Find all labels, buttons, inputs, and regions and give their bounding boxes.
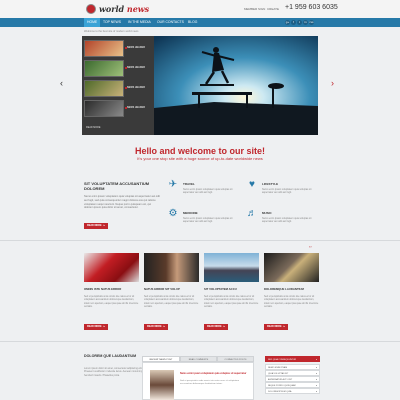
tab-post-image[interactable] — [150, 370, 174, 400]
rss-icon[interactable]: rss — [309, 20, 314, 25]
card-image-carnival-mask[interactable] — [264, 253, 319, 282]
about-text: Nemo enim ipsam voluptatem quia voluptas… — [84, 195, 160, 210]
google-plus-icon[interactable]: g+ — [285, 20, 290, 25]
card-text: Sed ut perspiciatis unde omnis iste natu… — [84, 296, 139, 308]
card-read-more-button[interactable]: READ MORE ▸ — [204, 324, 228, 330]
section-divider — [0, 341, 400, 342]
card-title[interactable]: OMNIS ISTE NATUS ERROR — [84, 287, 140, 291]
skateboarder-image — [154, 36, 318, 135]
chevron-right-icon: ▸ — [315, 391, 317, 393]
accordion-item[interactable]: DOLOREM IPSUM QUIA ▸ — [265, 388, 320, 394]
slider-thumbnails: NEWS HEADER NEWS HEADER NEWS HEADER NEWS… — [82, 36, 154, 135]
card-image-red-car[interactable] — [84, 253, 139, 282]
globe-logo-icon[interactable] — [86, 4, 96, 14]
card-title[interactable]: DOLOREMQUE LAUDANTIUM — [264, 287, 320, 291]
nav-item-in-the-media[interactable]: IN THE MEDIA — [125, 18, 154, 27]
hero-slider: NEWS HEADER NEWS HEADER NEWS HEADER NEWS… — [82, 36, 318, 135]
tab-post-headline[interactable]: Nemo enim ipsam voluptatem quia voluptas… — [180, 372, 250, 375]
card-title[interactable]: SIT VOLUPTATEM ACCU — [204, 287, 260, 291]
tab-post-text: Sed ut perspiciatis unde omnis iste natu… — [180, 380, 240, 386]
nav-item-our-contacts[interactable]: OUR CONTACTS — [154, 18, 187, 27]
slider-thumb[interactable] — [84, 100, 124, 117]
phone-number: +1 959 603 6035 — [285, 4, 338, 11]
about-title: SIT VOLUPTATEM ACCUSANTIUM DOLOREM — [84, 181, 150, 191]
card-image-venice-gondolas[interactable] — [204, 253, 259, 282]
thumb-label: NEWS HEADER — [127, 106, 145, 109]
accordion-item[interactable]: SED QUIA CONSEQUUNTUR ▾ — [265, 356, 320, 362]
site-header: world news MEMBER SIGN CREATE +1 959 603… — [0, 0, 400, 18]
slider-main-image[interactable] — [154, 36, 318, 135]
feature-text: Nemo enim ipsam voluptatem quia voluptas… — [183, 217, 233, 224]
nav-item-blog[interactable]: BLOG — [185, 18, 200, 27]
twitter-icon[interactable]: t — [297, 20, 302, 25]
nav-item-home[interactable]: HOME — [84, 18, 101, 27]
feature-title-medicine: MEDICINE — [183, 211, 198, 215]
gears-icon: ⚙ — [168, 208, 178, 219]
cards-pager-arrows[interactable]: ‹› — [309, 244, 312, 249]
site-logo[interactable]: world news — [99, 4, 149, 14]
card-read-more-button[interactable]: READ MORE ▸ — [84, 324, 108, 330]
welcome-title: Hello and welcome to our site! — [134, 146, 266, 156]
card-read-more-button[interactable]: READ MORE ▸ — [144, 324, 168, 330]
card-text: Sed ut perspiciatis unde omnis iste natu… — [144, 296, 199, 308]
section-divider — [0, 240, 400, 241]
slider-read-more-link[interactable]: READ MORE — [86, 126, 100, 129]
feature-title-music: MUSIC — [262, 211, 272, 215]
slider-next-arrow[interactable]: › — [331, 78, 334, 88]
feature-title-lifestyle: LIFESTYLE — [262, 182, 279, 186]
thumb-label: NEWS HEADER — [127, 66, 145, 69]
card-title[interactable]: NATUS ERROR SIT VOLUP — [144, 287, 200, 291]
thumb-label: NEWS HEADER — [127, 46, 145, 49]
facebook-icon[interactable]: f — [291, 20, 296, 25]
slider-prev-arrow[interactable]: ‹ — [60, 78, 63, 88]
welcome-subtitle: It's your one stop site with a huge sour… — [137, 156, 263, 161]
create-link[interactable]: CREATE — [267, 7, 279, 11]
feature-title-travel: TRAVEL — [183, 182, 195, 186]
member-sign-link[interactable]: MEMBER SIGN — [244, 7, 265, 11]
card-image-woman-portrait[interactable] — [144, 253, 199, 282]
card-text: Sed ut perspiciatis unde omnis iste natu… — [264, 296, 319, 308]
breadcrumb: Welcome to the best site of modern world… — [84, 30, 139, 33]
feature-text: Nemo enim ipsam voluptatem quia voluptas… — [262, 188, 312, 195]
nav-item-top-news[interactable]: TOP NEWS — [100, 18, 124, 27]
thumb-label: NEWS HEADER — [127, 86, 145, 89]
speaker-icon: ♬ — [247, 208, 257, 219]
bottom-title: DOLOREM QUE LAUDANTIUM — [84, 354, 137, 358]
slider-thumb[interactable] — [84, 80, 124, 97]
main-nav: HOME TOP NEWS IN THE MEDIA OUR CONTACTS … — [0, 18, 400, 27]
slider-thumb[interactable] — [84, 40, 124, 57]
slider-thumb[interactable] — [84, 60, 124, 77]
about-read-more-button[interactable]: READ MORE ▸ — [84, 223, 108, 229]
feature-text: Nemo enim ipsam voluptatem quia voluptas… — [183, 188, 233, 195]
bottom-text: Lorem ipsum dolor sit amet, consectetur … — [84, 367, 143, 377]
card-text: Sed ut perspiciatis unde omnis iste natu… — [204, 296, 259, 308]
feature-text: Nemo enim ipsam voluptatem quia voluptas… — [262, 217, 312, 224]
chevron-down-icon: ▾ — [315, 359, 317, 361]
card-read-more-button[interactable]: READ MORE ▸ — [264, 324, 288, 330]
linkedin-icon[interactable]: in — [303, 20, 308, 25]
airplane-icon: ✈ — [168, 179, 178, 190]
heart-monitor-icon: ♥ — [249, 179, 255, 190]
